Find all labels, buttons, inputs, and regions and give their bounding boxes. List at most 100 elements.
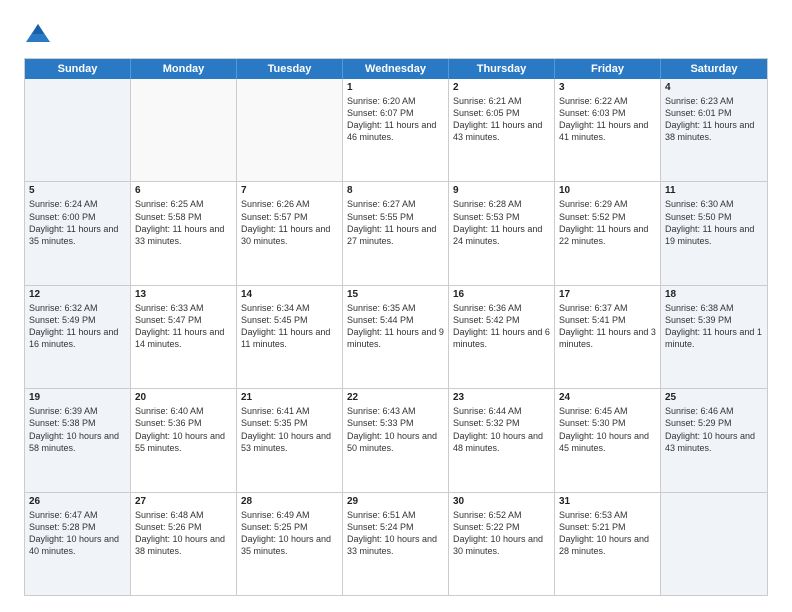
calendar-row-0: 1 Sunrise: 6:20 AM Sunset: 6:07 PM Daylig…: [25, 79, 767, 181]
calendar-header: SundayMondayTuesdayWednesdayThursdayFrid…: [25, 59, 767, 79]
calendar-row-3: 19 Sunrise: 6:39 AM Sunset: 5:38 PM Dayli…: [25, 388, 767, 491]
day-number: 9: [453, 185, 550, 196]
calendar-cell-4-0: 26Sunrise: 6:47 AM Sunset: 5:28 PM Dayli…: [25, 493, 131, 595]
cell-info: Sunrise: 6:39 AM Sunset: 5:38 PM Dayligh…: [29, 405, 126, 454]
cell-info: Sunrise: 6:29 AM Sunset: 5:52 PM Dayligh…: [559, 198, 656, 247]
calendar-cell-2-0: 12 Sunrise: 6:32 AM Sunset: 5:49 PM Dayli…: [25, 286, 131, 388]
calendar-cell-2-6: 18 Sunrise: 6:38 AM Sunset: 5:39 PM Dayli…: [661, 286, 767, 388]
day-number: 16: [453, 289, 550, 300]
calendar-cell-3-3: 22 Sunrise: 6:43 AM Sunset: 5:33 PM Dayli…: [343, 389, 449, 491]
day-number: 11: [665, 185, 763, 196]
calendar-cell-0-5: 3 Sunrise: 6:22 AM Sunset: 6:03 PM Daylig…: [555, 79, 661, 181]
day-number: 30: [453, 496, 550, 507]
cell-info: Sunrise: 6:22 AM Sunset: 6:03 PM Dayligh…: [559, 95, 656, 144]
day-number: 20: [135, 392, 232, 403]
calendar-cell-3-1: 20 Sunrise: 6:40 AM Sunset: 5:36 PM Dayli…: [131, 389, 237, 491]
cell-info: Sunrise: 6:44 AM Sunset: 5:32 PM Dayligh…: [453, 405, 550, 454]
day-number: 6: [135, 185, 232, 196]
day-number: 19: [29, 392, 126, 403]
day-number: 24: [559, 392, 656, 403]
logo: [24, 20, 56, 48]
cell-info: Sunrise: 6:34 AM Sunset: 5:45 PM Dayligh…: [241, 302, 338, 351]
calendar-cell-2-4: 16 Sunrise: 6:36 AM Sunset: 5:42 PM Dayli…: [449, 286, 555, 388]
day-number: 10: [559, 185, 656, 196]
calendar-cell-4-4: 30Sunrise: 6:52 AM Sunset: 5:22 PM Dayli…: [449, 493, 555, 595]
cell-info: Sunrise: 6:35 AM Sunset: 5:44 PM Dayligh…: [347, 302, 444, 351]
cell-info: Sunrise: 6:51 AM Sunset: 5:24 PM Dayligh…: [347, 509, 444, 558]
calendar-cell-0-6: 4 Sunrise: 6:23 AM Sunset: 6:01 PM Daylig…: [661, 79, 767, 181]
day-number: 22: [347, 392, 444, 403]
day-number: 15: [347, 289, 444, 300]
calendar-cell-0-2: [237, 79, 343, 181]
cell-info: Sunrise: 6:47 AM Sunset: 5:28 PM Dayligh…: [29, 509, 126, 558]
cell-info: Sunrise: 6:27 AM Sunset: 5:55 PM Dayligh…: [347, 198, 444, 247]
calendar-cell-0-4: 2 Sunrise: 6:21 AM Sunset: 6:05 PM Daylig…: [449, 79, 555, 181]
weekday-header-tuesday: Tuesday: [237, 59, 343, 79]
day-number: 5: [29, 185, 126, 196]
calendar-cell-3-4: 23Sunrise: 6:44 AM Sunset: 5:32 PM Dayli…: [449, 389, 555, 491]
header: [24, 20, 768, 48]
calendar-cell-1-2: 7Sunrise: 6:26 AM Sunset: 5:57 PM Daylig…: [237, 182, 343, 284]
logo-icon: [24, 20, 52, 48]
day-number: 14: [241, 289, 338, 300]
calendar-cell-4-3: 29Sunrise: 6:51 AM Sunset: 5:24 PM Dayli…: [343, 493, 449, 595]
calendar-cell-1-4: 9 Sunrise: 6:28 AM Sunset: 5:53 PM Daylig…: [449, 182, 555, 284]
day-number: 2: [453, 82, 550, 93]
cell-info: Sunrise: 6:32 AM Sunset: 5:49 PM Dayligh…: [29, 302, 126, 351]
day-number: 17: [559, 289, 656, 300]
cell-info: Sunrise: 6:48 AM Sunset: 5:26 PM Dayligh…: [135, 509, 232, 558]
cell-info: Sunrise: 6:46 AM Sunset: 5:29 PM Dayligh…: [665, 405, 763, 454]
cell-info: Sunrise: 6:30 AM Sunset: 5:50 PM Dayligh…: [665, 198, 763, 247]
day-number: 18: [665, 289, 763, 300]
day-number: 1: [347, 82, 444, 93]
day-number: 21: [241, 392, 338, 403]
calendar-cell-1-3: 8Sunrise: 6:27 AM Sunset: 5:55 PM Daylig…: [343, 182, 449, 284]
calendar: SundayMondayTuesdayWednesdayThursdayFrid…: [24, 58, 768, 596]
calendar-cell-2-1: 13Sunrise: 6:33 AM Sunset: 5:47 PM Dayli…: [131, 286, 237, 388]
weekday-header-thursday: Thursday: [449, 59, 555, 79]
calendar-row-1: 5 Sunrise: 6:24 AM Sunset: 6:00 PM Daylig…: [25, 181, 767, 284]
weekday-header-monday: Monday: [131, 59, 237, 79]
weekday-header-saturday: Saturday: [661, 59, 767, 79]
weekday-header-sunday: Sunday: [25, 59, 131, 79]
cell-info: Sunrise: 6:20 AM Sunset: 6:07 PM Dayligh…: [347, 95, 444, 144]
day-number: 3: [559, 82, 656, 93]
cell-info: Sunrise: 6:38 AM Sunset: 5:39 PM Dayligh…: [665, 302, 763, 351]
calendar-cell-3-6: 25 Sunrise: 6:46 AM Sunset: 5:29 PM Dayli…: [661, 389, 767, 491]
calendar-cell-3-5: 24Sunrise: 6:45 AM Sunset: 5:30 PM Dayli…: [555, 389, 661, 491]
cell-info: Sunrise: 6:25 AM Sunset: 5:58 PM Dayligh…: [135, 198, 232, 247]
day-number: 7: [241, 185, 338, 196]
weekday-header-wednesday: Wednesday: [343, 59, 449, 79]
day-number: 28: [241, 496, 338, 507]
calendar-row-4: 26Sunrise: 6:47 AM Sunset: 5:28 PM Dayli…: [25, 492, 767, 595]
calendar-cell-4-5: 31 Sunrise: 6:53 AM Sunset: 5:21 PM Dayli…: [555, 493, 661, 595]
cell-info: Sunrise: 6:40 AM Sunset: 5:36 PM Dayligh…: [135, 405, 232, 454]
calendar-cell-2-2: 14 Sunrise: 6:34 AM Sunset: 5:45 PM Dayli…: [237, 286, 343, 388]
cell-info: Sunrise: 6:21 AM Sunset: 6:05 PM Dayligh…: [453, 95, 550, 144]
calendar-cell-1-0: 5 Sunrise: 6:24 AM Sunset: 6:00 PM Daylig…: [25, 182, 131, 284]
calendar-cell-4-6: [661, 493, 767, 595]
calendar-cell-2-5: 17Sunrise: 6:37 AM Sunset: 5:41 PM Dayli…: [555, 286, 661, 388]
calendar-cell-1-1: 6 Sunrise: 6:25 AM Sunset: 5:58 PM Daylig…: [131, 182, 237, 284]
calendar-cell-4-1: 27Sunrise: 6:48 AM Sunset: 5:26 PM Dayli…: [131, 493, 237, 595]
calendar-cell-4-2: 28 Sunrise: 6:49 AM Sunset: 5:25 PM Dayli…: [237, 493, 343, 595]
calendar-cell-3-0: 19 Sunrise: 6:39 AM Sunset: 5:38 PM Dayli…: [25, 389, 131, 491]
cell-info: Sunrise: 6:23 AM Sunset: 6:01 PM Dayligh…: [665, 95, 763, 144]
page: SundayMondayTuesdayWednesdayThursdayFrid…: [0, 0, 792, 612]
cell-info: Sunrise: 6:41 AM Sunset: 5:35 PM Dayligh…: [241, 405, 338, 454]
cell-info: Sunrise: 6:43 AM Sunset: 5:33 PM Dayligh…: [347, 405, 444, 454]
day-number: 12: [29, 289, 126, 300]
calendar-cell-2-3: 15 Sunrise: 6:35 AM Sunset: 5:44 PM Dayli…: [343, 286, 449, 388]
cell-info: Sunrise: 6:53 AM Sunset: 5:21 PM Dayligh…: [559, 509, 656, 558]
cell-info: Sunrise: 6:33 AM Sunset: 5:47 PM Dayligh…: [135, 302, 232, 351]
day-number: 4: [665, 82, 763, 93]
cell-info: Sunrise: 6:49 AM Sunset: 5:25 PM Dayligh…: [241, 509, 338, 558]
cell-info: Sunrise: 6:24 AM Sunset: 6:00 PM Dayligh…: [29, 198, 126, 247]
cell-info: Sunrise: 6:28 AM Sunset: 5:53 PM Dayligh…: [453, 198, 550, 247]
calendar-body: 1 Sunrise: 6:20 AM Sunset: 6:07 PM Daylig…: [25, 79, 767, 595]
cell-info: Sunrise: 6:36 AM Sunset: 5:42 PM Dayligh…: [453, 302, 550, 351]
day-number: 31: [559, 496, 656, 507]
day-number: 25: [665, 392, 763, 403]
calendar-cell-0-0: [25, 79, 131, 181]
calendar-cell-0-3: 1 Sunrise: 6:20 AM Sunset: 6:07 PM Daylig…: [343, 79, 449, 181]
